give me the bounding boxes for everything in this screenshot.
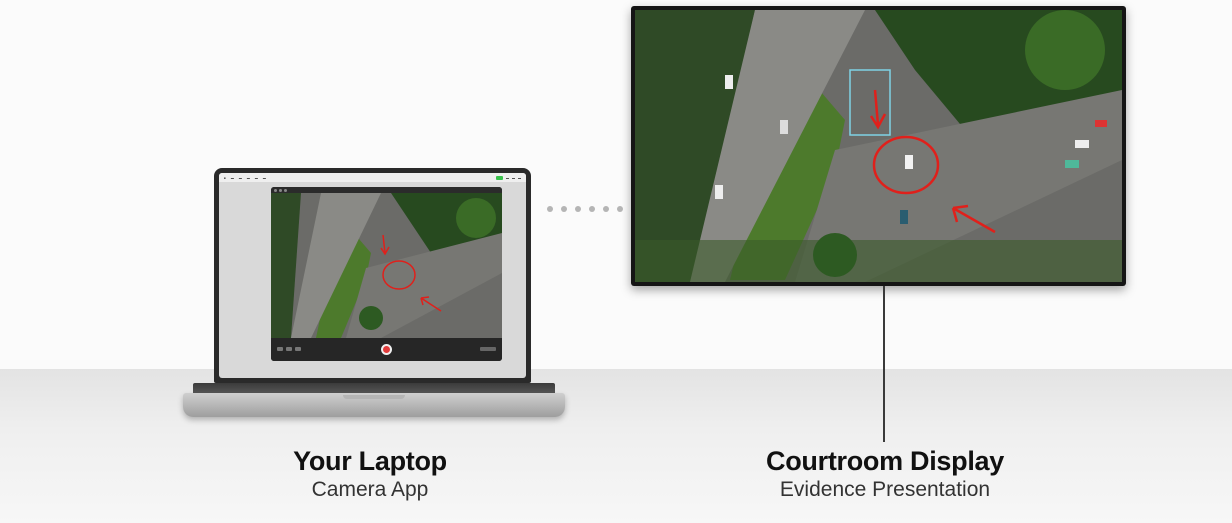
playback-controls[interactable] (277, 347, 301, 351)
laptop: ■ ▬ ▬ ▬ ▬ ▬ ▬ ▬ ▬ (214, 168, 531, 383)
connection-dots-icon (547, 206, 623, 212)
display-subtitle: Evidence Presentation (779, 478, 991, 501)
display-stand (883, 286, 885, 442)
laptop-base (183, 383, 565, 419)
laptop-screen: ■ ▬ ▬ ▬ ▬ ▬ ▬ ▬ ▬ (219, 173, 526, 378)
trackpad-notch (343, 395, 405, 399)
laptop-title: Your Laptop (293, 446, 447, 476)
laptop-label: Your Laptop Camera App (270, 445, 470, 503)
display-label: Courtroom Display Evidence Presentation (740, 445, 1030, 503)
tv-aerial-image (635, 10, 1122, 282)
display-title: Courtroom Display (766, 446, 1004, 476)
laptop-subtitle: Camera App (311, 478, 429, 501)
courtroom-display (631, 6, 1126, 286)
record-icon[interactable] (381, 344, 392, 355)
options-button[interactable] (480, 347, 496, 351)
scene: ■ ▬ ▬ ▬ ▬ ▬ ▬ ▬ ▬ Your Laptop Camera App… (0, 0, 1232, 523)
camera-app-window[interactable] (271, 187, 502, 361)
menu-bar: ■ ▬ ▬ ▬ ▬ ▬ ▬ ▬ ▬ (219, 173, 526, 182)
camera-feed (271, 193, 502, 338)
camera-controls (271, 338, 502, 361)
